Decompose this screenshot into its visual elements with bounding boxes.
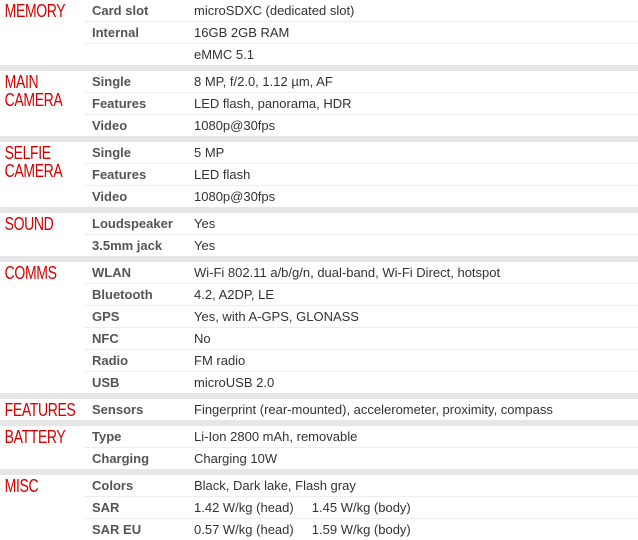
spec-key: Single — [92, 145, 132, 160]
spec-group: MAIN CAMERA Single 8 MP, f/2.0, 1.12 µm, A… — [0, 65, 638, 136]
spec-group: MISC Colors Black, Dark lake, Flash gray SA… — [0, 469, 638, 540]
spec-group: SOUND Loudspeaker Yes 3.5mm jack Yes — [0, 207, 638, 256]
spec-rows: Single 8 MP, f/2.0, 1.12 µm, AF Features LE… — [84, 71, 638, 136]
spec-group: MEMORY Card slot microSDXC (dedicated slot… — [0, 0, 638, 65]
spec-value: 1080p@30fps — [194, 189, 276, 204]
spec-value: 16GB 2GB RAM — [194, 25, 290, 40]
spec-row: Colors Black, Dark lake, Flash gray — [84, 475, 638, 496]
spec-key: SAR EU — [92, 522, 142, 537]
spec-row: Features LED flash, panorama, HDR — [84, 92, 638, 114]
spec-group: FEATURES Sensors Fingerprint (rear-mounted… — [0, 393, 638, 420]
spec-rows: Loudspeaker Yes 3.5mm jack Yes — [84, 213, 638, 256]
spec-key: Loudspeaker — [92, 216, 173, 231]
spec-table: MEMORY Card slot microSDXC (dedicated slot… — [0, 0, 638, 540]
spec-row: Internal 16GB 2GB RAM — [84, 21, 638, 43]
spec-row: Video 1080p@30fps — [84, 185, 638, 207]
spec-key: Type — [92, 429, 122, 444]
spec-key: Sensors — [92, 402, 144, 417]
spec-value: Wi-Fi 802.11 a/b/g/n, dual-band, Wi-Fi D… — [194, 265, 501, 280]
spec-row: 3.5mm jack Yes — [84, 234, 638, 256]
spec-row: Video 1080p@30fps — [84, 114, 638, 136]
spec-key: Charging — [92, 451, 150, 466]
spec-value: Fingerprint (rear-mounted), acceleromete… — [194, 402, 553, 417]
spec-group: BATTERY Type Li-Ion 2800 mAh, removable Cha… — [0, 420, 638, 469]
spec-rows: Type Li-Ion 2800 mAh, removable Charging Ch… — [84, 426, 638, 469]
spec-group-label: BATTERY — [4, 427, 66, 447]
spec-row: SAR 1.42 W/kg (head) 1.45 W/kg (body) — [84, 496, 638, 518]
spec-value: 4.2, A2DP, LE — [194, 287, 274, 302]
spec-value: Yes, with A-GPS, GLONASS — [194, 309, 359, 324]
spec-rows: Colors Black, Dark lake, Flash gray SAR 1.4… — [84, 475, 638, 540]
spec-group-label: FEATURES — [4, 400, 76, 420]
spec-row: Single 8 MP, f/2.0, 1.12 µm, AF — [84, 71, 638, 92]
spec-key: Features — [92, 96, 147, 111]
spec-value: No — [194, 331, 211, 346]
spec-key: Single — [92, 74, 132, 89]
spec-group-label: COMMS — [4, 263, 57, 283]
spec-key: Colors — [92, 478, 134, 493]
spec-row: Card slot microSDXC (dedicated slot) — [84, 0, 638, 21]
spec-value: Li-Ion 2800 mAh, removable — [194, 429, 358, 444]
spec-key: Radio — [92, 353, 129, 368]
spec-value: 8 MP, f/2.0, 1.12 µm, AF — [194, 74, 333, 89]
spec-group-label: MEMORY — [4, 1, 66, 21]
spec-key: Card slot — [92, 3, 149, 18]
spec-value: LED flash — [194, 167, 251, 182]
spec-row: Charging Charging 10W — [84, 447, 638, 469]
spec-row: Bluetooth 4.2, A2DP, LE — [84, 283, 638, 305]
spec-value: 1080p@30fps — [194, 118, 276, 133]
spec-group-label: MAIN CAMERA — [4, 72, 63, 110]
spec-row: SAR EU 0.57 W/kg (head) 1.59 W/kg (body) — [84, 518, 638, 540]
spec-value: microUSB 2.0 — [194, 375, 275, 390]
spec-row: Radio FM radio — [84, 349, 638, 371]
spec-value: 1.42 W/kg (head) 1.45 W/kg (body) — [194, 500, 411, 515]
spec-value: FM radio — [194, 353, 246, 368]
spec-value: 5 MP — [194, 145, 225, 160]
spec-row: NFC No — [84, 327, 638, 349]
spec-key: Bluetooth — [92, 287, 153, 302]
spec-value: eMMC 5.1 — [194, 47, 254, 62]
spec-rows: Single 5 MP Features LED flash Video 1080p@30… — [84, 142, 638, 207]
spec-rows: Sensors Fingerprint (rear-mounted), accel… — [84, 399, 638, 420]
spec-key: SAR — [92, 500, 120, 515]
spec-row: Type Li-Ion 2800 mAh, removable — [84, 426, 638, 447]
spec-row: WLAN Wi-Fi 802.11 a/b/g/n, dual-band, Wi-… — [84, 262, 638, 283]
spec-value: Yes — [194, 238, 216, 253]
spec-key: Internal — [92, 25, 139, 40]
spec-value: Charging 10W — [194, 451, 278, 466]
spec-key: USB — [92, 375, 120, 390]
spec-key: Video — [92, 189, 128, 204]
spec-row: GPS Yes, with A-GPS, GLONASS — [84, 305, 638, 327]
spec-value: LED flash, panorama, HDR — [194, 96, 352, 111]
spec-row: Loudspeaker Yes — [84, 213, 638, 234]
spec-rows: WLAN Wi-Fi 802.11 a/b/g/n, dual-band, Wi-… — [84, 262, 638, 393]
spec-row: USB microUSB 2.0 — [84, 371, 638, 393]
spec-row: Sensors Fingerprint (rear-mounted), accel… — [84, 399, 638, 420]
spec-key: NFC — [92, 331, 119, 346]
spec-row: eMMC 5.1 — [84, 43, 638, 65]
spec-value: Yes — [194, 216, 216, 231]
spec-key: Video — [92, 118, 128, 133]
spec-value: microSDXC (dedicated slot) — [194, 3, 355, 18]
spec-key: 3.5mm jack — [92, 238, 163, 253]
spec-key: Features — [92, 167, 147, 182]
spec-value: Black, Dark lake, Flash gray — [194, 478, 356, 493]
spec-group-label: SELFIE CAMERA — [4, 143, 63, 181]
spec-group-label: MISC — [4, 476, 39, 496]
spec-group: COMMS WLAN Wi-Fi 802.11 a/b/g/n, dual-band… — [0, 256, 638, 393]
spec-group-label: SOUND — [4, 214, 54, 234]
spec-row: Single 5 MP — [84, 142, 638, 163]
spec-row: Features LED flash — [84, 163, 638, 185]
spec-group: SELFIE CAMERA Single 5 MP Features LED flash… — [0, 136, 638, 207]
spec-key: WLAN — [92, 265, 131, 280]
spec-value: 0.57 W/kg (head) 1.59 W/kg (body) — [194, 522, 411, 537]
spec-key: GPS — [92, 309, 120, 324]
spec-rows: Card slot microSDXC (dedicated slot) Inter… — [84, 0, 638, 65]
